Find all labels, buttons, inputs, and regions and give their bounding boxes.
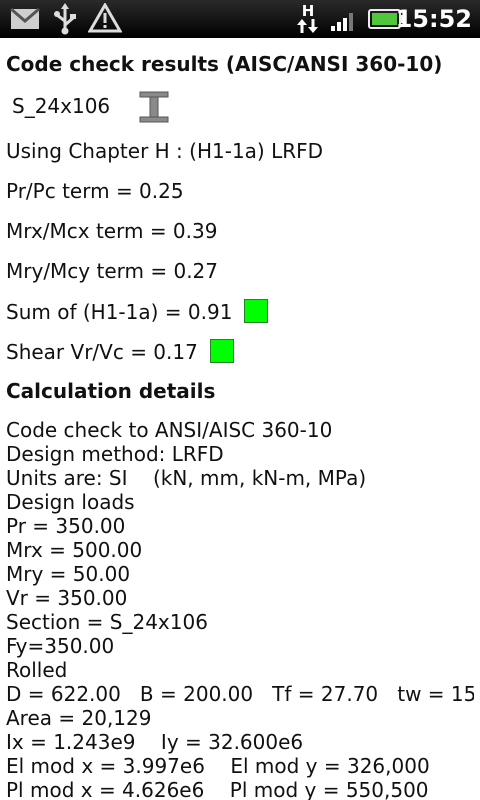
detail-line: El mod x = 3.997e6 El mod y = 326,000 bbox=[6, 754, 430, 778]
chapter-line: Using Chapter H : (H1-1a) LRFD bbox=[6, 139, 324, 163]
detail-line: Units are: SI (kN, mm, kN-m, MPa) bbox=[6, 466, 367, 490]
mrx-mcx-term: Mrx/Mcx term = 0.39 bbox=[6, 219, 218, 243]
status-bar: H 15:52 bbox=[0, 0, 480, 38]
detail-line: Vr = 350.00 bbox=[6, 586, 128, 610]
detail-line: Pr = 350.00 bbox=[6, 514, 126, 538]
section-row: S_24x106 bbox=[12, 91, 169, 128]
detail-line: Code check to ANSI/AISC 360-10 bbox=[6, 418, 333, 442]
sum-ok-indicator bbox=[244, 299, 269, 323]
detail-line: Design loads bbox=[6, 490, 135, 514]
detail-line: Area = 20,129 bbox=[6, 706, 152, 730]
detail-line: Section = S_24x106 bbox=[6, 610, 208, 634]
mry-mcy-term: Mry/Mcy term = 0.27 bbox=[6, 259, 219, 283]
h-data-icon: H bbox=[296, 2, 320, 40]
clock: 15:52 bbox=[395, 5, 472, 33]
detail-line: Pl mod x = 4.626e6 Pl mod y = 550,500 bbox=[6, 778, 429, 800]
usb-icon bbox=[52, 3, 78, 39]
shear-ratio: Shear Vr/Vc = 0.17 bbox=[6, 340, 198, 364]
detail-line: Mry = 50.00 bbox=[6, 562, 131, 586]
pr-pc-term: Pr/Pc term = 0.25 bbox=[6, 179, 184, 203]
warning-icon bbox=[87, 1, 123, 37]
code-check-content[interactable]: Code check results (AISC/ANSI 360-10) S_… bbox=[6, 38, 474, 800]
sum-row: Sum of (H1-1a) = 0.91 bbox=[6, 299, 269, 324]
detail-line: Ix = 1.243e9 Iy = 32.600e6 bbox=[6, 730, 304, 754]
detail-line: Design method: LRFD bbox=[6, 442, 224, 466]
results-title: Code check results (AISC/ANSI 360-10) bbox=[6, 52, 443, 76]
i-beam-icon bbox=[139, 91, 169, 128]
calculation-details: Code check to ANSI/AISC 360-10 Design met… bbox=[6, 418, 474, 800]
detail-line: Fy=350.00 bbox=[6, 634, 115, 658]
gmail-icon bbox=[10, 7, 40, 34]
sum-h1-1a: Sum of (H1-1a) = 0.91 bbox=[6, 300, 233, 324]
shear-row: Shear Vr/Vc = 0.17 bbox=[6, 339, 234, 364]
detail-line: Mrx = 500.00 bbox=[6, 538, 143, 562]
detail-line: D = 622.00 B = 200.00 Tf = 27.70 tw = 15… bbox=[6, 682, 474, 706]
signal-icon bbox=[330, 8, 358, 36]
svg-text:H: H bbox=[302, 2, 315, 20]
detail-line: Rolled bbox=[6, 658, 68, 682]
details-title: Calculation details bbox=[6, 379, 216, 403]
shear-ok-indicator bbox=[209, 339, 234, 363]
section-name: S_24x106 bbox=[12, 94, 111, 118]
